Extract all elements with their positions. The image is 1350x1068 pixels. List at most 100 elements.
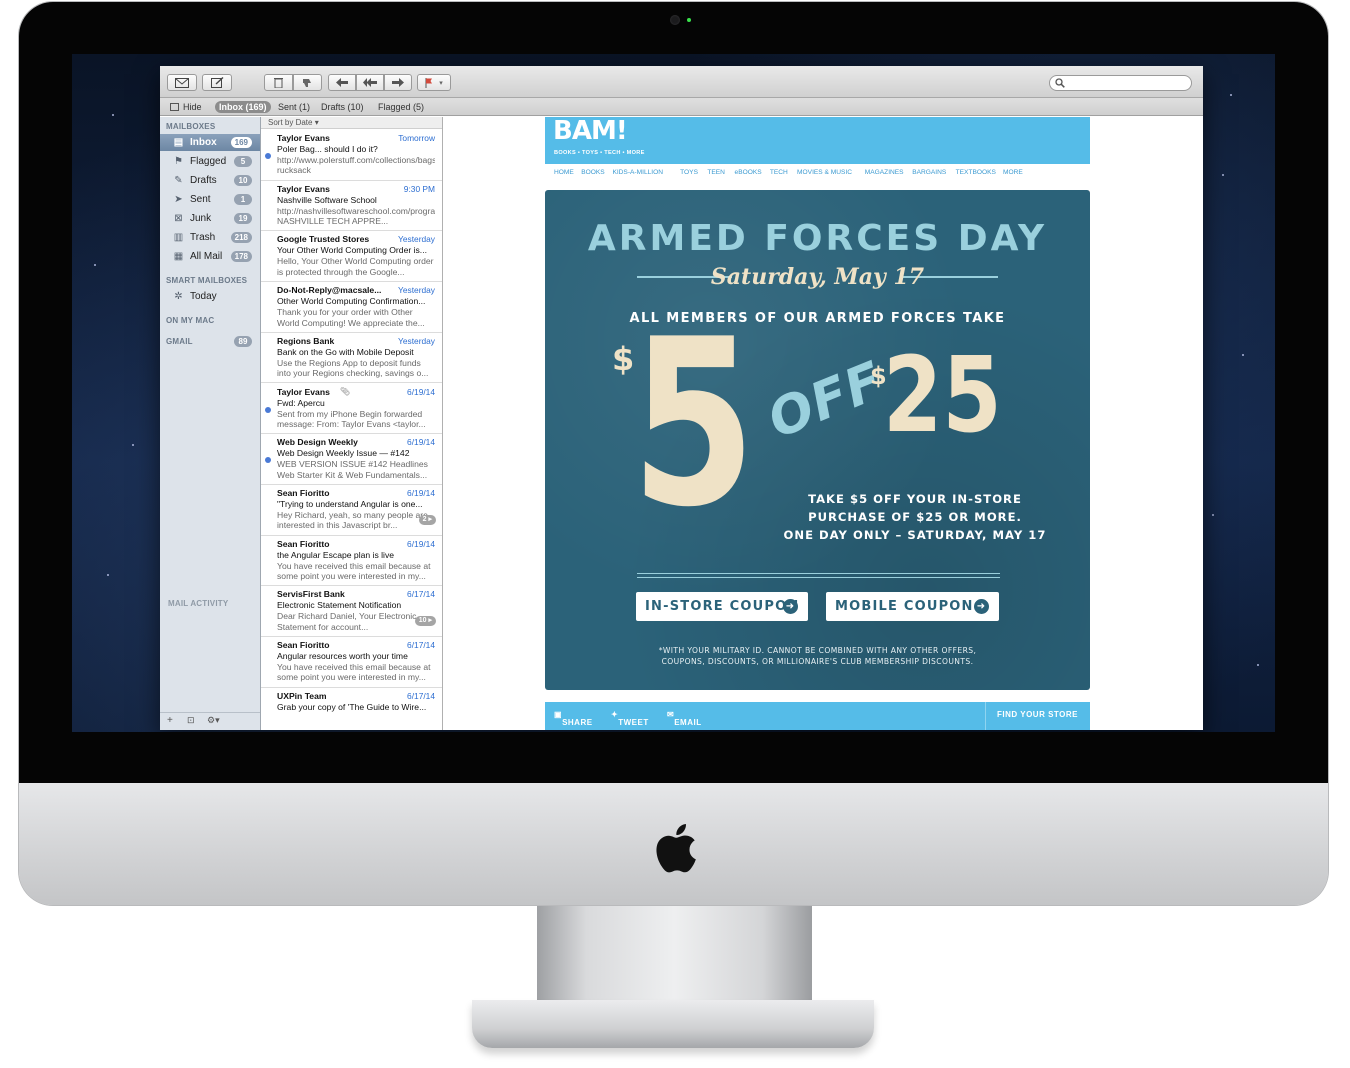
fav-inbox[interactable]: Inbox (169) (215, 101, 271, 113)
bam-nav-link[interactable]: MAGAZINES (865, 169, 904, 176)
hide-label: Hide (183, 102, 202, 112)
message-row[interactable]: ServisFirst Bank 6/17/14 Electronic Statem… (261, 586, 442, 637)
mobile-coupon-button[interactable]: MOBILE COUPON ➜ (826, 592, 999, 621)
instore-coupon-button[interactable]: IN-STORE COUPON ➜ (636, 592, 808, 621)
compose-button[interactable] (202, 74, 232, 91)
promo-detail: TAKE $5 OFF YOUR IN-STORE PURCHASE OF $2… (765, 490, 1065, 544)
gmail-count-badge: 89 (234, 336, 252, 347)
sidebar-item-label: Trash (190, 232, 216, 243)
share-link[interactable]: ▣ SHARE (554, 710, 592, 727)
fav-flagged-label: Flagged (5) (378, 102, 425, 112)
message-sender: Google Trusted Stores (277, 234, 370, 245)
add-mailbox-icon[interactable]: + (167, 715, 173, 726)
star (1212, 514, 1214, 516)
bam-nav-link[interactable]: MORE (1003, 169, 1023, 176)
trash-icon: ▥ (173, 232, 184, 243)
camera-icon (670, 15, 680, 25)
message-subject: Your Other World Computing Order is... (277, 245, 427, 256)
message-row[interactable]: Taylor Evans 9:30 PM Nashville Software Sc… (261, 181, 442, 232)
message-row[interactable]: Google Trusted Stores Yesterday Your Other… (261, 231, 442, 283)
sidebar-item-junk[interactable]: ⊠ Junk 19 (160, 210, 260, 227)
sidebar-item-all-mail[interactable]: ▦ All Mail 178 (160, 248, 260, 265)
message-subject: Poler Bag... should I do it? (277, 144, 378, 154)
sidebar: MAILBOXES ▤ Inbox 169 ⚑ Flagged 5 ✎ Draf… (160, 117, 261, 730)
bam-nav-link[interactable]: TOYS (680, 169, 698, 176)
sidebar-item-today[interactable]: ✲ Today (160, 288, 260, 305)
gmail-header[interactable]: GMAIL (166, 337, 193, 346)
thread-count-badge[interactable]: 2 ▸ (418, 514, 436, 525)
sidebar-item-drafts[interactable]: ✎ Drafts 10 (160, 172, 260, 189)
message-preview: Use the Regions App to deposit funds int… (277, 357, 429, 379)
bam-nav-link[interactable]: TEEN (707, 169, 725, 176)
message-preview: You have received this email because at … (277, 560, 431, 581)
message-preview: WEB VERSION ISSUE #142 Headlines Web Sta… (277, 459, 428, 480)
message-subject: "Trying to understand Angular is one... (277, 498, 423, 509)
message-row[interactable]: Taylor Evans 📎︎ 6/19/14 Fwd: Apercu Sent fro… (261, 384, 442, 435)
search-input[interactable] (1049, 75, 1192, 91)
sidebar-item-trash[interactable]: ▥ Trash 218 (160, 229, 260, 246)
bam-nav-link[interactable]: BOOKS (581, 169, 604, 176)
thread-count-badge[interactable]: 10 ▸ (414, 616, 436, 627)
sidebar-item-flagged[interactable]: ⚑ Flagged 5 (160, 153, 260, 170)
sidebar-item-sent[interactable]: ➤ Sent 1 (160, 191, 260, 208)
count-badge: 1 (234, 194, 252, 205)
message-sender: Taylor Evans (277, 386, 330, 397)
message-sender: ServisFirst Bank (277, 589, 345, 600)
bam-nav-link[interactable]: MOVIES & MUSIC (797, 169, 852, 176)
tweet-link[interactable]: ✦ TWEET (611, 710, 648, 727)
message-row[interactable]: Sean Fioritto 6/19/14 the Angular Escape p… (261, 536, 442, 587)
on-my-mac-header[interactable]: ON MY MAC (166, 316, 214, 325)
reply-button[interactable] (328, 74, 356, 91)
arrow-right-icon: ➜ (783, 599, 798, 614)
favorites-bar: Hide Inbox (169) Sent (1) Drafts (10) Fl… (160, 98, 1203, 116)
fav-flagged[interactable]: Flagged (5) (374, 101, 428, 113)
get-mail-button[interactable] (167, 74, 197, 91)
share-label: SHARE (562, 718, 593, 727)
fav-sent[interactable]: Sent (1) (274, 101, 314, 113)
mail-activity-header: MAIL ACTIVITY (168, 599, 229, 608)
message-row[interactable]: UXPin Team 6/17/14 Grab your copy of 'The … (261, 688, 442, 730)
message-date: Yesterday (398, 285, 435, 296)
message-row[interactable]: Sean Fioritto 6/19/14 "Trying to understan… (261, 485, 442, 536)
show-activity-icon[interactable]: ⊡ (187, 715, 195, 726)
message-row[interactable]: Regions Bank Yesterday Bank on the Go with… (261, 333, 442, 384)
bam-nav-link[interactable]: HOME (554, 169, 574, 176)
bam-nav-link[interactable]: TECH (770, 169, 788, 176)
reply-all-button[interactable] (356, 74, 384, 91)
unread-dot-icon (265, 457, 271, 464)
forward-button[interactable] (384, 74, 412, 91)
bam-nav-link[interactable]: TEXTBOOKS (956, 169, 996, 176)
message-sender: UXPin Team (277, 690, 327, 701)
fine-print-line: *WITH YOUR MILITARY ID. CANNOT BE COMBIN… (658, 646, 977, 655)
bam-nav-link[interactable]: KIDS-A-MILLION (612, 169, 663, 176)
message-row[interactable]: Taylor Evans Tomorrow Poler Bag... should … (261, 130, 442, 181)
sort-by-date-button[interactable]: Sort by Date ▾ (261, 117, 442, 129)
message-preview: http://nashvillesoftwareschool.com/progr… (277, 205, 435, 227)
sidebar-toggle-icon (170, 103, 179, 111)
message-date: 6/17/14 (407, 690, 435, 701)
count-badge: 218 (230, 232, 252, 243)
flag-button[interactable]: ▾ (417, 74, 451, 91)
hide-mailboxes-button[interactable]: Hide (166, 101, 206, 113)
bam-nav-link[interactable]: BARGAINS (912, 169, 946, 176)
email-link[interactable]: ✉ EMAIL (667, 710, 701, 727)
fav-drafts[interactable]: Drafts (10) (317, 101, 368, 113)
message-subject: Bank on the Go with Mobile Deposit (277, 346, 414, 357)
message-row[interactable]: Web Design Weekly 6/19/14 Web Design Weekl… (261, 434, 442, 485)
message-row[interactable]: Sean Fioritto 6/17/14 Angular resources wo… (261, 637, 442, 688)
fine-print-line: COUPONS, DISCOUNTS, OR MILLIONAIRE'S CLU… (661, 657, 974, 666)
find-store-link[interactable]: FIND YOUR STORE (997, 710, 1078, 719)
bam-nav-link[interactable]: eBOOKS (735, 169, 762, 176)
junk-button[interactable] (293, 74, 322, 91)
envelope-icon (175, 77, 189, 88)
star (1222, 174, 1224, 176)
message-preview: http://www.polerstuff.com/collections/ba… (277, 155, 435, 176)
sidebar-item-label: Flagged (190, 156, 227, 167)
sidebar-item-inbox[interactable]: ▤ Inbox 169 (160, 134, 260, 151)
bam-logo[interactable]: BAM! (553, 117, 628, 145)
delete-button[interactable] (264, 74, 293, 91)
gear-icon[interactable]: ⚙▾ (207, 715, 220, 726)
email-label: EMAIL (674, 718, 702, 727)
message-row[interactable]: Do-Not-Reply@macsale... Yesterday Other Wo… (261, 282, 442, 333)
message-preview: Thank you for your order with Other Worl… (277, 307, 425, 328)
